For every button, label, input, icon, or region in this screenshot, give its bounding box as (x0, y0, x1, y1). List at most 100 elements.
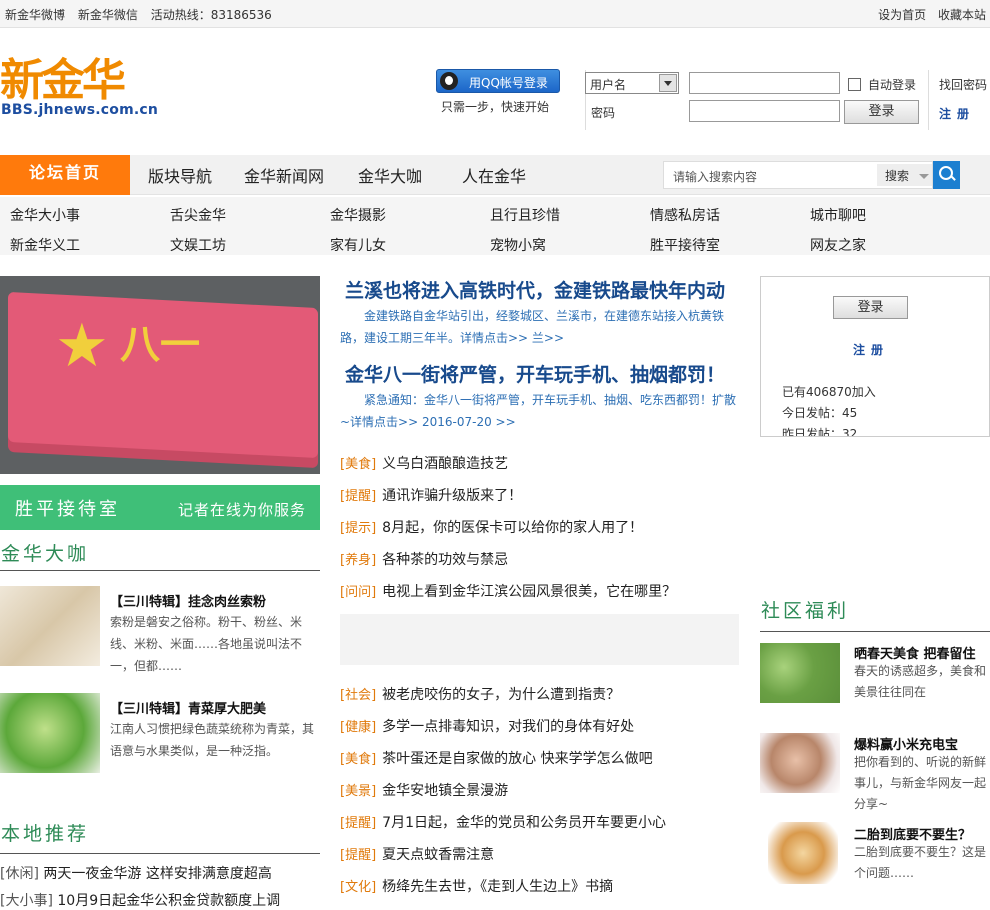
news-tag: [美景] (340, 784, 377, 799)
news-item[interactable]: [提醒] 通讯诈骗升级版来了！ (340, 485, 522, 505)
search-type-select[interactable]: 搜索 (877, 164, 932, 186)
weibo-link[interactable]: 新金华微博 (5, 8, 65, 22)
set-homepage-link[interactable]: 设为首页 (878, 8, 926, 22)
login-button[interactable]: 登录 (844, 100, 919, 124)
subnav-item[interactable]: 且行且珍惜 (490, 205, 560, 225)
feature-text: 索粉是磐安之俗称。粉干、粉丝、米线、米粉、米面……各地虽说叫法不一，但都…… (110, 615, 303, 673)
weixin-link[interactable]: 新金华微信 (78, 8, 138, 22)
news-item[interactable]: [提示] 8月起，你的医保卡可以给你的家人用了！ (340, 517, 643, 537)
news-item[interactable]: [文化] 杨绛先生去世，《走到人生边上》书摘 (340, 876, 613, 896)
subnav-item[interactable]: 文娱工坊 (170, 235, 226, 255)
reception-banner[interactable]: 胜平接待室 记者在线为你服务 (0, 485, 320, 530)
news-tag: [提醒] (340, 489, 377, 504)
bookmark-link[interactable]: 收藏本站 (938, 8, 986, 22)
news-item[interactable]: [提醒] 夏天点蚊香需注意 (340, 844, 494, 864)
subnav-item[interactable]: 宠物小窝 (490, 235, 546, 255)
subnav-item[interactable]: 舌尖金华 (170, 205, 226, 225)
password-input[interactable] (689, 100, 840, 122)
site-logo[interactable]: 新金华 BBS.jhnews.com.cn (0, 55, 170, 125)
main-nav: 论坛首页 版块导航 金华新闻网 金华大咖 人在金华 请输入搜索内容 搜索 (0, 155, 990, 195)
qq-login-label: 用QQ帐号登录 (469, 76, 548, 90)
rice-noodle-thumbnail[interactable] (0, 586, 100, 666)
news-item[interactable]: [美景] 金华安地镇全景漫游 (340, 780, 508, 800)
local-item-text: 10月9日起金华公积金贷款额度上调 (57, 893, 281, 909)
headline-title[interactable]: 金华八一街将严管，开车玩手机、抽烟都罚！ (345, 360, 725, 387)
news-tag: [提示] (340, 521, 377, 536)
register-link[interactable]: 注册 (939, 105, 975, 122)
second-child-thumbnail[interactable] (768, 822, 838, 884)
search-placeholder: 请输入搜索内容 (673, 170, 758, 184)
news-text: 7月1日起，金华的党员和公务员开车要更小心 (382, 815, 666, 831)
subnav-item[interactable]: 情感私房话 (650, 205, 720, 225)
welfare-title: 社区福利 (761, 600, 850, 622)
search-icon[interactable] (933, 161, 960, 189)
news-item[interactable]: [美食] 义乌白酒酿酿造技艺 (340, 453, 508, 473)
username-input[interactable] (689, 72, 840, 94)
welfare-item-title[interactable]: 晒春天美食 把春留住 (854, 643, 976, 662)
news-tag: [问问] (340, 585, 377, 600)
subnav-item[interactable]: 金华大小事 (10, 205, 80, 225)
news-item[interactable]: [健康] 多学一点排毒知识，对我们的身体有好处 (340, 716, 634, 736)
ad-placeholder (340, 614, 739, 665)
spring-food-thumbnail[interactable] (760, 643, 840, 703)
side-login-box: 登录 注册 已有406870加入 今日发帖：45 昨日发帖：32 (760, 276, 990, 437)
local-item[interactable]: [大小事] 10月9日起金华公积金贷款额度上调 (0, 890, 280, 910)
qq-login-subtext: 只需一步，快速开始 (441, 100, 550, 114)
search-input[interactable]: 请输入搜索内容 搜索 (663, 161, 933, 189)
headline-title[interactable]: 兰溪也将进入高铁时代，金建铁路最快年内动 (345, 276, 725, 303)
greens-thumbnail[interactable] (0, 693, 100, 773)
qq-login-button[interactable]: 用QQ帐号登录 (436, 69, 560, 93)
subnav-item[interactable]: 胜平接待室 (650, 235, 720, 255)
search-bar: 请输入搜索内容 搜索 (663, 161, 960, 189)
news-item[interactable]: [养身] 各种茶的功效与禁忌 (340, 549, 508, 569)
xiaomi-powerbank-thumbnail[interactable] (760, 733, 840, 793)
hero-image[interactable]: ★ 八一 (0, 276, 320, 474)
news-tag: [健康] (340, 720, 377, 735)
hotline-text: 活动热线：83186536 (150, 8, 272, 22)
news-tag: [提醒] (340, 848, 377, 863)
auto-login-checkbox[interactable]: 自动登录 (848, 76, 916, 93)
star-icon: ★ (55, 311, 109, 381)
nav-jinhua-daka[interactable]: 金华大咖 (358, 163, 422, 187)
news-tag: [文化] (340, 880, 377, 895)
news-tag: [美食] (340, 457, 377, 472)
side-login-button[interactable]: 登录 (833, 296, 908, 319)
nav-forum-home[interactable]: 论坛首页 (0, 155, 130, 195)
news-item[interactable]: [社会] 被老虎咬伤的女子，为什么遭到指责？ (340, 684, 620, 704)
yesterday-posts: 昨日发帖：32 (782, 427, 858, 437)
local-item-tag: [大小事] (0, 893, 53, 909)
news-item[interactable]: [提醒] 7月1日起，金华的党员和公务员开车要更小心 (340, 812, 666, 832)
divider (928, 70, 929, 130)
local-item[interactable]: [休闲] 两天一夜金华游 这样安排满意度超高 (0, 863, 272, 883)
news-item[interactable]: [美食] 茶叶蛋还是自家做的放心 快来学学怎么做吧 (340, 748, 653, 768)
qq-icon (440, 72, 458, 90)
news-tag: [养身] (340, 553, 377, 568)
news-text: 夏天点蚊香需注意 (382, 847, 495, 863)
nav-board-guide[interactable]: 版块导航 (148, 163, 212, 187)
local-recommend-title: 本地推荐 (1, 823, 90, 845)
subnav-item[interactable]: 新金华义工 (10, 235, 80, 255)
welfare-item-text: 二胎到底要不要生？这是个问题…… (854, 845, 987, 880)
section-divider (0, 570, 320, 571)
find-password-link[interactable]: 找回密码 (939, 76, 987, 93)
nav-jinhua-news[interactable]: 金华新闻网 (244, 163, 324, 187)
nav-people-in-jinhua[interactable]: 人在金华 (462, 163, 526, 187)
news-tag: [提醒] (340, 816, 377, 831)
side-register-link[interactable]: 注册 (853, 341, 889, 358)
news-text: 杨绛先生去世，《走到人生边上》书摘 (382, 879, 614, 895)
news-text: 电视上看到金华江滨公园风景很美，它在哪里？ (382, 584, 677, 600)
today-posts: 今日发帖：45 (782, 406, 858, 420)
subnav-item[interactable]: 家有儿女 (330, 235, 386, 255)
news-item[interactable]: [问问] 电视上看到金华江滨公园风景很美，它在哪里？ (340, 581, 676, 601)
welfare-item-title[interactable]: 爆料赢小米充电宝 (854, 734, 958, 753)
username-type-select[interactable]: 用户名 (585, 72, 679, 94)
subnav-item[interactable]: 网友之家 (810, 235, 866, 255)
news-text: 义乌白酒酿酿造技艺 (382, 456, 509, 472)
news-text: 茶叶蛋还是自家做的放心 快来学学怎么做吧 (382, 751, 653, 767)
feature-title[interactable]: 【三川特辑】挂念肉丝索粉 (110, 591, 266, 610)
welfare-item-title[interactable]: 二胎到底要不要生？ (854, 824, 971, 843)
subnav-item[interactable]: 金华摄影 (330, 205, 386, 225)
subnav-item[interactable]: 城市聊吧 (810, 205, 866, 225)
feature-title[interactable]: 【三川特辑】青菜厚大肥美 (110, 698, 266, 717)
news-text: 被老虎咬伤的女子，为什么遭到指责？ (382, 687, 621, 703)
